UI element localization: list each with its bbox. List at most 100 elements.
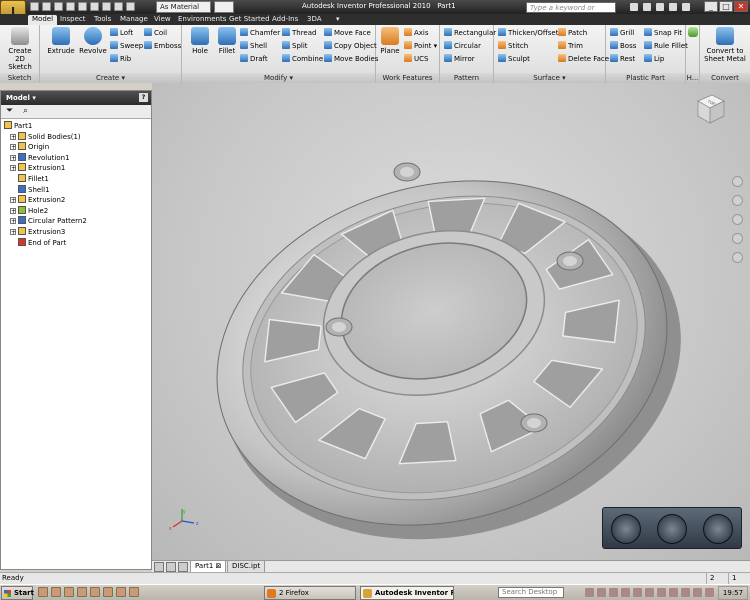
convert-sheet-metal-button[interactable]: Convert to Sheet Metal xyxy=(702,27,748,63)
revolve-button[interactable]: Revolve xyxy=(78,27,108,55)
zoom-icon[interactable] xyxy=(732,214,743,225)
mail-icon[interactable] xyxy=(51,587,61,597)
rule-fillet-button[interactable]: Rule Fillet xyxy=(644,41,688,52)
move-bodies-button[interactable]: Move Bodies xyxy=(324,54,378,65)
tray-icon-10[interactable] xyxy=(693,588,702,597)
tray-icon-2[interactable] xyxy=(597,588,606,597)
tray-icon-1[interactable] xyxy=(585,588,594,597)
mirror-button[interactable]: Mirror xyxy=(444,54,475,65)
tab-environments[interactable]: Environments xyxy=(174,15,230,25)
axis-button[interactable]: Axis xyxy=(404,28,429,39)
close-tab-icon[interactable]: ⊠ xyxy=(216,562,222,570)
subscription-icon[interactable] xyxy=(643,3,651,11)
tile-windows-icon[interactable] xyxy=(154,562,164,572)
minimize-button[interactable]: _ xyxy=(704,1,718,12)
coil-button[interactable]: Coil xyxy=(144,28,167,39)
material-select[interactable]: As Material xyxy=(156,1,211,13)
expand-toggle-icon[interactable]: + xyxy=(10,144,16,151)
draft-button[interactable]: Draft xyxy=(240,54,268,65)
tab-manage[interactable]: Manage xyxy=(116,15,152,25)
update-icon[interactable] xyxy=(126,2,135,11)
select-icon[interactable] xyxy=(114,2,123,11)
thread-button[interactable]: Thread xyxy=(282,28,316,39)
communication-icon[interactable] xyxy=(656,3,664,11)
tray-icon-9[interactable] xyxy=(681,588,690,597)
orbit-icon[interactable] xyxy=(732,233,743,244)
delete-face-button[interactable]: Delete Face xyxy=(558,54,609,65)
rib-button[interactable]: Rib xyxy=(110,54,131,65)
folder-icon[interactable] xyxy=(77,587,87,597)
point-button[interactable]: Point ▾ xyxy=(404,41,437,52)
desktop-search-input[interactable]: Search Desktop xyxy=(498,587,564,598)
tree-node[interactable]: + Solid Bodies(1) xyxy=(1,131,151,143)
firefox-launch-icon[interactable] xyxy=(116,587,126,597)
tray-icon-8[interactable] xyxy=(669,588,678,597)
tree-node[interactable]: Part1 xyxy=(1,121,151,132)
pan-icon[interactable] xyxy=(732,195,743,206)
look-at-icon[interactable] xyxy=(732,252,743,263)
app-icon[interactable] xyxy=(103,587,113,597)
media-icon[interactable] xyxy=(90,587,100,597)
redo-icon[interactable] xyxy=(78,2,87,11)
lip-button[interactable]: Lip xyxy=(644,54,664,65)
extrude-button[interactable]: Extrude xyxy=(46,27,76,55)
tree-node[interactable]: + Origin xyxy=(1,142,151,153)
appearance-select[interactable] xyxy=(214,1,234,13)
viewcube[interactable]: TOP xyxy=(690,91,728,127)
help-icon[interactable] xyxy=(682,3,690,11)
tab-view[interactable]: View xyxy=(150,15,175,25)
tree-node[interactable]: + Extrusion1 xyxy=(1,163,151,174)
boss-button[interactable]: Boss xyxy=(610,41,636,52)
trim-button[interactable]: Trim xyxy=(558,41,583,52)
eco-icon[interactable] xyxy=(703,514,733,544)
filter-icon[interactable]: ⏷ xyxy=(6,107,13,116)
binoculars-icon[interactable]: ⌕ xyxy=(23,107,28,116)
tree-node[interactable]: + Revolution1 xyxy=(1,152,151,164)
rectangular-pattern-button[interactable]: Rectangular xyxy=(444,28,496,39)
sweep-button[interactable]: Sweep xyxy=(110,41,143,52)
tree-node[interactable]: Shell1 xyxy=(1,184,151,196)
expand-toggle-icon[interactable]: + xyxy=(10,207,16,214)
steering-wheel-icon[interactable] xyxy=(732,176,743,187)
browser-help-button[interactable]: ? xyxy=(139,93,148,102)
expand-toggle-icon[interactable]: + xyxy=(10,228,16,235)
tray-icon-11[interactable] xyxy=(705,588,714,597)
tray-icon-5[interactable] xyxy=(633,588,642,597)
save-icon[interactable] xyxy=(54,2,63,11)
patch-button[interactable]: Patch xyxy=(558,28,587,39)
tray-icon-4[interactable] xyxy=(621,588,630,597)
harness-button[interactable] xyxy=(686,27,700,39)
desktop-icon[interactable] xyxy=(129,587,139,597)
tray-icon-3[interactable] xyxy=(609,588,618,597)
stitch-button[interactable]: Stitch xyxy=(498,41,528,52)
tree-node[interactable]: + Hole2 xyxy=(1,205,151,217)
plane-button[interactable]: Plane xyxy=(378,27,402,55)
split-button[interactable]: Split xyxy=(282,41,308,52)
search-icon[interactable] xyxy=(630,3,638,11)
rest-button[interactable]: Rest xyxy=(610,54,635,65)
expand-toggle-icon[interactable]: + xyxy=(10,154,16,161)
shell-button[interactable]: Shell xyxy=(240,41,267,52)
tray-icon-7[interactable] xyxy=(657,588,666,597)
doc-list-icon[interactable] xyxy=(178,562,188,572)
ribbon-options-icon[interactable]: ▾ xyxy=(332,15,344,25)
tab-tools[interactable]: Tools xyxy=(90,15,115,25)
taskbar-firefox[interactable]: 2 Firefox xyxy=(264,586,356,600)
tree-node[interactable]: Fillet1 xyxy=(1,173,151,185)
start-button[interactable]: Start xyxy=(1,586,34,600)
circular-pattern-button[interactable]: Circular xyxy=(444,41,481,52)
chamfer-button[interactable]: Chamfer xyxy=(240,28,280,39)
expand-toggle-icon[interactable]: + xyxy=(10,133,16,140)
create-2d-sketch-button[interactable]: Create 2D Sketch xyxy=(4,27,36,71)
return-icon[interactable] xyxy=(102,2,111,11)
open-icon[interactable] xyxy=(42,2,51,11)
disc-model[interactable] xyxy=(152,83,750,560)
home-icon[interactable] xyxy=(90,2,99,11)
cascade-windows-icon[interactable] xyxy=(166,562,176,572)
browser-header[interactable]: Model ▾ ? xyxy=(1,91,151,105)
expand-toggle-icon[interactable]: + xyxy=(10,165,16,172)
factory-icon[interactable] xyxy=(611,514,641,544)
clock[interactable]: 19:57 xyxy=(718,586,748,600)
combine-button[interactable]: Combine xyxy=(282,54,323,65)
tab-model[interactable]: Model xyxy=(28,15,58,25)
